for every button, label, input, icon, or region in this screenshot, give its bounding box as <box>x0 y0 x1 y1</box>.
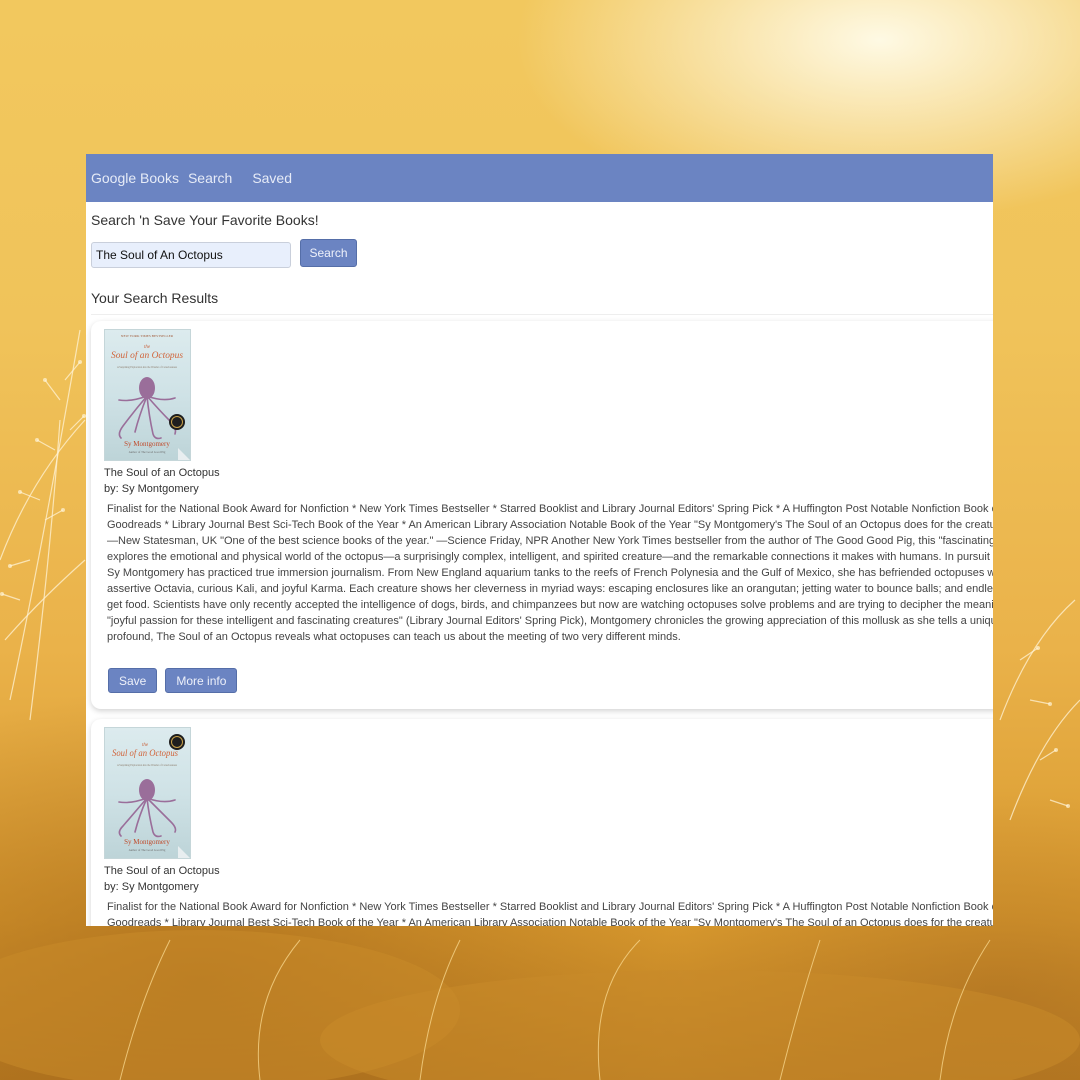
description-line: Finalist for the National Book Award for… <box>107 503 993 515</box>
book-title: The Soul of an Octopus <box>104 865 220 877</box>
cover-author: Sy Montgomery <box>124 838 170 846</box>
description-line: explores the emotional and physical worl… <box>107 551 993 563</box>
cover-title: Soul of an Octopus <box>112 748 178 758</box>
main-content: Search 'n Save Your Favorite Books! Sear… <box>86 212 993 926</box>
book-authors: by: Sy Montgomery <box>104 483 199 495</box>
description-line: —New Statesman, UK "One of the best scie… <box>107 535 993 547</box>
book-cover[interactable]: the Soul of an Octopus A Surprising Expl… <box>104 727 191 859</box>
description-line: Sy Montgomery has practiced true immersi… <box>107 567 993 579</box>
more-info-button[interactable]: More info <box>165 668 238 693</box>
cover-page-curl <box>178 448 190 460</box>
cover-author-note: Author of The Good Good Pig <box>129 450 166 454</box>
book-description: Finalist for the National Book Award for… <box>104 501 993 645</box>
book-description: Finalist for the National Book Award for… <box>104 899 993 926</box>
description-line: "joyful passion for these intelligent an… <box>107 615 993 627</box>
description-line: Goodreads * Library Journal Best Sci-Tec… <box>107 519 993 531</box>
results-heading: Your Search Results <box>91 290 993 315</box>
navbar: Google Books Search Saved <box>86 154 993 202</box>
book-authors: by: Sy Montgomery <box>104 881 199 893</box>
nav-link-search[interactable]: Search <box>188 170 232 186</box>
cover-subtitle: A Surprising Exploration into the Wonder… <box>117 763 178 767</box>
description-line: Finalist for the National Book Award for… <box>107 901 993 913</box>
search-button[interactable]: Search <box>300 239 357 267</box>
result-card: the Soul of an Octopus A Surprising Expl… <box>91 719 993 926</box>
description-line: Goodreads * Library Journal Best Sci-Tec… <box>107 917 993 926</box>
save-button[interactable]: Save <box>108 668 158 693</box>
description-line: profound, The Soul of an Octopus reveals… <box>107 631 681 643</box>
cover-page-curl <box>178 846 190 858</box>
cover-author-note: Author of The Good Good Pig <box>129 848 166 852</box>
cover-title: Soul of an Octopus <box>111 350 184 360</box>
description-line: assertive Octavia, curious Kali, and joy… <box>107 583 993 595</box>
nav-brand[interactable]: Google Books <box>91 170 179 186</box>
cover-subtitle: A Surprising Exploration into the Wonder… <box>117 365 178 369</box>
card-actions: Save More info <box>104 668 993 693</box>
book-title: The Soul of an Octopus <box>104 467 220 479</box>
cover-author: Sy Montgomery <box>124 440 170 448</box>
app-window: Google Books Search Saved Search 'n Save… <box>86 154 993 926</box>
result-card: NEW YORK TIMES BESTSELLER the Soul of an… <box>91 321 993 709</box>
book-cover-art: the Soul of an Octopus A Surprising Expl… <box>112 734 185 852</box>
book-cover-art: NEW YORK TIMES BESTSELLER the Soul of an… <box>111 334 185 454</box>
description-line: get food. Scientists have only recently … <box>107 599 993 611</box>
page-heading: Search 'n Save Your Favorite Books! <box>91 212 319 228</box>
search-input[interactable] <box>91 242 291 268</box>
cover-banner: NEW YORK TIMES BESTSELLER <box>121 334 174 338</box>
nav-link-saved[interactable]: Saved <box>252 170 292 186</box>
book-cover[interactable]: NEW YORK TIMES BESTSELLER the Soul of an… <box>104 329 191 461</box>
search-form: Search <box>91 239 993 268</box>
